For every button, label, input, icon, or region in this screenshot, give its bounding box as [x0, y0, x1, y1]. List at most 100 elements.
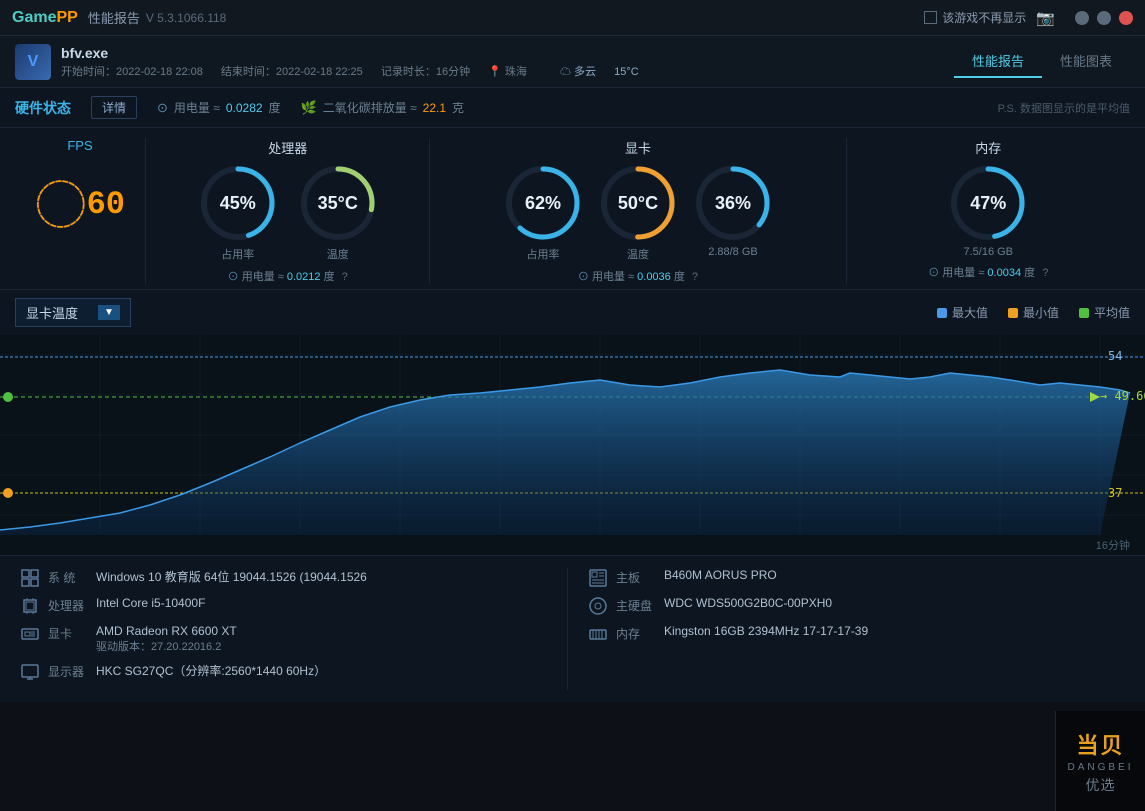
cpu-usage-inner: 45% — [220, 193, 256, 214]
co2-value: 22.1 — [423, 101, 446, 115]
sysinfo-system: 系 统 Windows 10 教育版 64位 19044.1526 (19044… — [20, 568, 557, 588]
chart-legend: 最大值 最小值 平均值 — [937, 304, 1130, 321]
motherboard-val: B460M AORUS PRO — [664, 568, 1125, 582]
motherboard-key: 主板 — [616, 568, 656, 586]
co2-stat: 🌿 二氧化碳排放量 ≈ 22.1 克 — [301, 99, 464, 116]
tab-performance-chart[interactable]: 性能图表 — [1042, 45, 1130, 78]
sysinfo-monitor: 显示器 HKC SG27QC（分辨率:2560*1440 60Hz） — [20, 662, 557, 682]
time-label: 16分钟 — [1096, 537, 1130, 553]
gpu-temp-label: 温度 — [627, 246, 649, 262]
gauges-area: FPS 60 处理器 45% — [0, 128, 1145, 290]
camera-icon[interactable]: 📷 — [1036, 9, 1055, 27]
game-name: bfv.exe — [61, 45, 954, 61]
hardware-bar: 硬件状态 详情 ⊙ 用电量 ≈ 0.0282 度 🌿 二氧化碳排放量 ≈ 22.… — [0, 88, 1145, 128]
no-show-checkbox[interactable] — [924, 11, 937, 24]
gpu-vram-inner: 36% — [715, 193, 751, 214]
gpu-usage-ring: 62% — [503, 163, 583, 243]
system-val: Windows 10 教育版 64位 19044.1526 (19044.152… — [96, 568, 557, 585]
processor-title: 处理器 — [268, 138, 307, 157]
duration: 记录时长：16分钟 — [381, 66, 470, 78]
app-title: 性能报告 — [88, 8, 140, 27]
fps-label: FPS — [67, 138, 92, 153]
processor-gauges: 45% 占用率 35°C 温度 — [198, 163, 378, 262]
fps-value: 60 — [87, 186, 125, 223]
gpu-usage-label: 占用率 — [526, 246, 559, 262]
window-controls — [1075, 11, 1133, 25]
motherboard-icon — [588, 568, 608, 588]
cpu-temp-inner: 35°C — [318, 193, 358, 214]
cpu-val: Intel Core i5-10400F — [96, 596, 557, 610]
fps-section: FPS 60 — [15, 138, 145, 284]
mem-ring: 47% — [948, 163, 1028, 243]
memory-power: ⊙ 用电量 ≈ 0.0034 度 ? — [928, 264, 1048, 280]
watermark-bot: 优选 — [1086, 775, 1116, 795]
game-info: bfv.exe 开始时间：2022-02-18 22:08 结束时间：2022-… — [61, 45, 954, 79]
sysinfo-left: 系 统 Windows 10 教育版 64位 19044.1526 (19044… — [20, 568, 557, 690]
gpu-temp-gauge: 50°C 温度 — [598, 163, 678, 262]
chart-area: 54 → 49.66 37 — [0, 335, 1145, 535]
close-button[interactable] — [1119, 11, 1133, 25]
monitor-icon — [20, 662, 40, 682]
legend-avg-label: 平均值 — [1094, 304, 1130, 321]
disk-val: WDC WDS500G2B0C-00PXH0 — [664, 596, 1125, 610]
svg-text:→ 49.66: → 49.66 — [1100, 389, 1145, 403]
chart-controls: 显卡温度 ▼ 最大值 最小值 平均值 — [0, 290, 1145, 335]
mem-gauge: 47% 7.5/16 GB — [948, 163, 1028, 258]
mem-inner: 47% — [970, 193, 1006, 214]
processor-power: ⊙ 用电量 ≈ 0.0212 度 ? — [228, 268, 348, 284]
dropdown-arrow-icon[interactable]: ▼ — [98, 305, 120, 320]
gpu-temp-ring: 50°C — [598, 163, 678, 243]
gpu-section: 显卡 62% 占用率 — [429, 138, 845, 284]
memory-title: 内存 — [975, 138, 1001, 157]
gpu-val: AMD Radeon RX 6600 XT 驱动版本：27.20.22016.2 — [96, 624, 557, 654]
hw-title: 硬件状态 — [15, 98, 71, 118]
ram-val: Kingston 16GB 2394MHz 17-17-17-39 — [664, 624, 1125, 638]
legend-max-dot — [937, 308, 947, 318]
cpu-usage-label: 占用率 — [221, 246, 254, 262]
sysinfo-ram: 内存 Kingston 16GB 2394MHz 17-17-17-39 — [588, 624, 1125, 644]
chart-dropdown-label: 显卡温度 — [26, 303, 78, 322]
system-info: 系 统 Windows 10 教育版 64位 19044.1526 (19044… — [0, 555, 1145, 702]
power-value: 0.0282 — [226, 101, 263, 115]
title-right: 该游戏不再显示 📷 — [924, 9, 1133, 27]
disk-icon — [588, 596, 608, 616]
title-bar: GamePP 性能报告 V 5.3.1066.118 该游戏不再显示 📷 — [0, 0, 1145, 36]
no-show-check[interactable]: 该游戏不再显示 — [924, 9, 1026, 26]
tab-performance-report[interactable]: 性能报告 — [954, 45, 1042, 78]
cpu-usage-value: 45% — [220, 193, 256, 214]
game-bar: V bfv.exe 开始时间：2022-02-18 22:08 结束时间：202… — [0, 36, 1145, 88]
cpu-usage-ring: 45% — [198, 163, 278, 243]
minimize-button[interactable] — [1075, 11, 1089, 25]
cpu-temp-ring: 35°C — [298, 163, 378, 243]
gpu-vram-label: 2.88/8 GB — [708, 246, 758, 258]
cpu-key: 处理器 — [48, 596, 88, 614]
disk-key: 主硬盘 — [616, 596, 656, 614]
watermark-mid: DANGBEI — [1067, 762, 1133, 773]
processor-section: 处理器 45% 占用率 — [145, 138, 429, 284]
svg-text:54: 54 — [1108, 349, 1122, 363]
maximize-button[interactable] — [1097, 11, 1111, 25]
mem-label: 7.5/16 GB — [963, 246, 1013, 258]
mem-value: 47% — [970, 193, 1006, 214]
watermark: 当贝 DANGBEI 优选 — [1055, 711, 1145, 811]
gpu-usage-value: 62% — [525, 193, 561, 214]
location: 📍 珠海 — [488, 66, 542, 78]
cpu-usage-gauge: 45% 占用率 — [198, 163, 278, 262]
gpu-usage-gauge: 62% 占用率 — [503, 163, 583, 262]
gpu-icon-sys — [20, 624, 40, 644]
gpu-key: 显卡 — [48, 624, 88, 642]
legend-avg: 平均值 — [1079, 304, 1130, 321]
legend-max-label: 最大值 — [952, 304, 988, 321]
legend-min-label: 最小值 — [1023, 304, 1059, 321]
hw-note: P.S. 数据图显示的是平均值 — [998, 100, 1130, 116]
cpu-icon — [20, 596, 40, 616]
detail-button[interactable]: 详情 — [91, 96, 137, 119]
chart-dropdown[interactable]: 显卡温度 ▼ — [15, 298, 131, 327]
sysinfo-disk: 主硬盘 WDC WDS500G2B0C-00PXH0 — [588, 596, 1125, 616]
legend-min: 最小值 — [1008, 304, 1059, 321]
legend-max: 最大值 — [937, 304, 988, 321]
ram-key: 内存 — [616, 624, 656, 642]
monitor-key: 显示器 — [48, 662, 88, 680]
start-time: 开始时间：2022-02-18 22:08 — [61, 66, 203, 78]
gpu-vram-ring: 36% — [693, 163, 773, 243]
